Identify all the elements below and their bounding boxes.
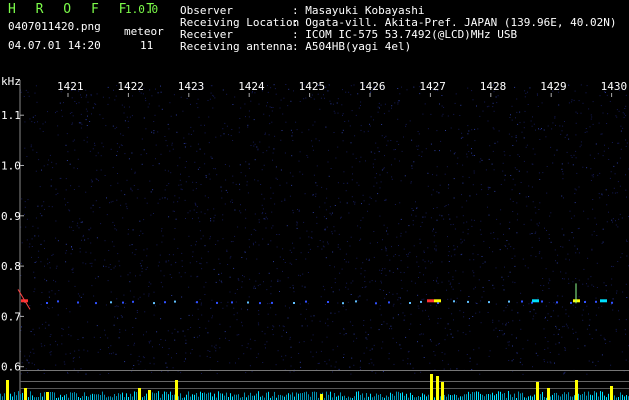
y-tick-label: 0.7: [1, 310, 21, 323]
amplitude-peak: [547, 388, 550, 400]
amplitude-strip: [0, 391, 629, 400]
noise-field: [20, 84, 629, 375]
amplitude-peak: [148, 390, 151, 400]
y-axis-unit: kHz: [1, 75, 21, 88]
amplitude-peak: [575, 380, 578, 400]
x-tick-label: 1425: [299, 80, 326, 93]
y-tick-label: 0.6: [1, 361, 21, 374]
carrier-trace: [24, 300, 613, 305]
echo-blip: [600, 299, 607, 303]
x-tick-label: 1423: [178, 80, 205, 93]
amplitude-peak: [441, 382, 444, 400]
x-tick-label: 1427: [419, 80, 446, 93]
amplitude-peak: [6, 380, 9, 400]
y-tick-label: 1.0: [1, 160, 21, 173]
amplitude-peak: [610, 386, 613, 400]
echo-blip: [434, 299, 441, 303]
x-tick-label: 1424: [238, 80, 265, 93]
y-tick-label: 1.1: [1, 109, 21, 122]
x-tick-label: 1428: [480, 80, 507, 93]
amplitude-peak: [430, 374, 433, 400]
x-tick-label: 1430: [601, 80, 628, 93]
amplitude-peak: [436, 376, 439, 400]
x-tick-label: 1429: [540, 80, 567, 93]
y-tick-label: 0.9: [1, 210, 21, 223]
amplitude-peak: [175, 380, 178, 400]
x-tick-label: 1426: [359, 80, 386, 93]
x-tick-label: 1422: [117, 80, 143, 93]
echo-blip: [427, 299, 434, 303]
amplitude-peak: [24, 388, 27, 400]
amplitude-peak: [536, 382, 539, 400]
amplitude-peak: [138, 388, 141, 400]
amplitude-peak: [320, 394, 323, 400]
echo-blip: [532, 299, 539, 303]
amplitude-peak: [46, 392, 49, 400]
spectrogram-chart: kHz 1.1 1.0 0.9 0.8 0.7 0.6 1421 1422 1423 1424 142…: [0, 75, 629, 400]
x-tick-label: 1421: [57, 80, 84, 93]
y-tick-label: 0.8: [1, 260, 21, 273]
